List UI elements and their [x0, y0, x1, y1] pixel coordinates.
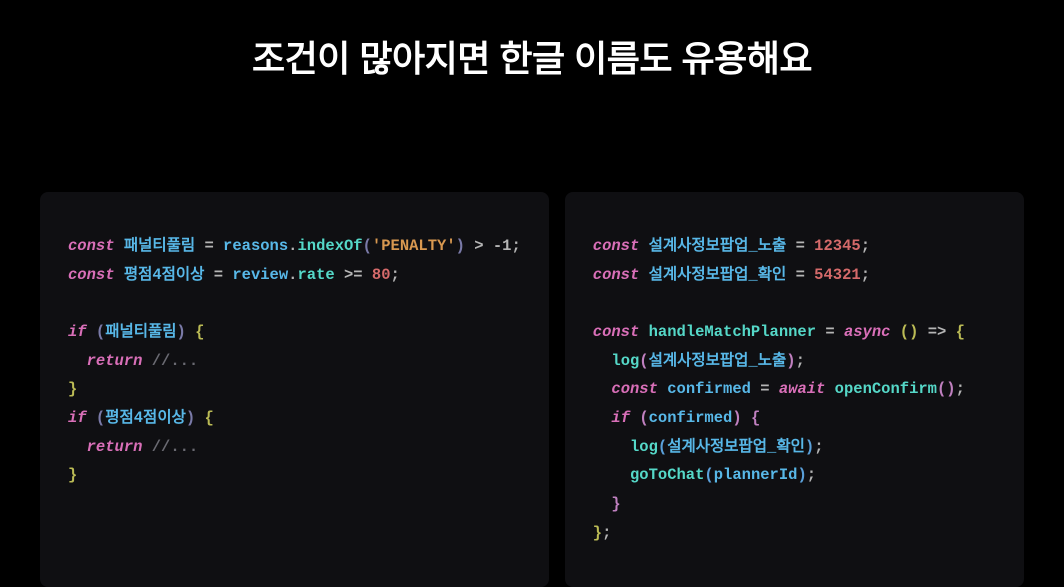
slide-title: 조건이 많아지면 한글 이름도 유용해요	[0, 30, 1064, 82]
keyword-const: const	[68, 237, 115, 255]
operator: =	[786, 237, 814, 255]
semicolon: ;	[602, 524, 611, 542]
keyword-const: const	[593, 266, 640, 284]
function-call: indexOf	[297, 237, 362, 255]
object: reasons	[223, 237, 288, 255]
code-panel-left: const 패널티풀림 = reasons.indexOf('PENALTY')…	[40, 192, 549, 587]
variable: 평점4점이상	[124, 266, 205, 284]
code-block-left: const 패널티풀림 = reasons.indexOf('PENALTY')…	[68, 232, 521, 490]
function-call: log	[630, 438, 658, 456]
brace-close: }	[68, 466, 77, 484]
number: 54321	[814, 266, 861, 284]
operator: =	[204, 266, 232, 284]
operator: >=	[335, 266, 372, 284]
function-name: handleMatchPlanner	[649, 323, 816, 341]
operator: >	[465, 237, 493, 255]
semicolon: ;	[861, 266, 870, 284]
keyword-await: await	[779, 380, 826, 398]
condition: 평점4점이상	[105, 409, 186, 427]
arrow-params: ()	[900, 323, 919, 341]
brace-close: }	[611, 495, 620, 513]
condition: 패널티풀림	[105, 323, 176, 341]
paren-open: (	[96, 323, 105, 341]
string-literal: 'PENALTY'	[372, 237, 456, 255]
brace-open: {	[956, 323, 965, 341]
slide: 조건이 많아지면 한글 이름도 유용해요 const 패널티풀림 = reaso…	[0, 0, 1064, 586]
code-block-right: const 설계사정보팝업_노출 = 12345; const 설계사정보팝업_…	[593, 232, 996, 547]
paren-close: )	[186, 409, 195, 427]
arrow: =>	[918, 323, 955, 341]
operator: =	[816, 323, 844, 341]
semicolon: ;	[814, 438, 823, 456]
keyword-if: if	[68, 409, 87, 427]
paren-close: )	[805, 438, 814, 456]
variable: 설계사정보팝업_노출	[649, 237, 787, 255]
paren-open: (	[363, 237, 372, 255]
paren-close: )	[456, 237, 465, 255]
semicolon: ;	[956, 380, 965, 398]
argument: plannerId	[714, 466, 798, 484]
operator: =	[751, 380, 779, 398]
semicolon: ;	[391, 266, 400, 284]
semicolon: ;	[796, 352, 805, 370]
semicolon: ;	[807, 466, 816, 484]
operator: =	[195, 237, 223, 255]
paren-close: )	[797, 466, 806, 484]
keyword-return: return	[87, 438, 143, 456]
keyword-if: if	[68, 323, 87, 341]
keyword-async: async	[844, 323, 891, 341]
comment: //...	[142, 352, 198, 370]
semicolon: ;	[511, 237, 520, 255]
keyword-const: const	[593, 237, 640, 255]
paren-close: )	[786, 352, 795, 370]
paren-open: (	[96, 409, 105, 427]
call-parens: ()	[937, 380, 956, 398]
brace-open: {	[204, 409, 213, 427]
variable: confirmed	[667, 380, 751, 398]
keyword-if: if	[611, 409, 630, 427]
variable: 설계사정보팝업_확인	[649, 266, 787, 284]
paren-open: (	[704, 466, 713, 484]
function-call: goToChat	[630, 466, 704, 484]
code-panel-right: const 설계사정보팝업_노출 = 12345; const 설계사정보팝업_…	[565, 192, 1024, 587]
paren-close: )	[732, 409, 741, 427]
brace-open: {	[751, 409, 760, 427]
paren-open: (	[639, 409, 648, 427]
property: rate	[297, 266, 334, 284]
argument: 설계사정보팝업_확인	[667, 438, 805, 456]
object: review	[232, 266, 288, 284]
number: 80	[372, 266, 391, 284]
paren-open: (	[658, 438, 667, 456]
brace-open: {	[195, 323, 204, 341]
paren-close: )	[177, 323, 186, 341]
condition: confirmed	[649, 409, 733, 427]
code-panels: const 패널티풀림 = reasons.indexOf('PENALTY')…	[0, 192, 1064, 587]
brace-close: }	[68, 380, 77, 398]
semicolon: ;	[861, 237, 870, 255]
paren-open: (	[639, 352, 648, 370]
comment: //...	[142, 438, 198, 456]
function-call: openConfirm	[835, 380, 937, 398]
variable: 패널티풀림	[124, 237, 195, 255]
keyword-const: const	[611, 380, 658, 398]
keyword-const: const	[593, 323, 640, 341]
brace-close: }	[593, 524, 602, 542]
number: -1	[493, 237, 512, 255]
function-call: log	[611, 352, 639, 370]
number: 12345	[814, 237, 861, 255]
keyword-const: const	[68, 266, 115, 284]
operator: =	[786, 266, 814, 284]
argument: 설계사정보팝업_노출	[649, 352, 787, 370]
keyword-return: return	[87, 352, 143, 370]
